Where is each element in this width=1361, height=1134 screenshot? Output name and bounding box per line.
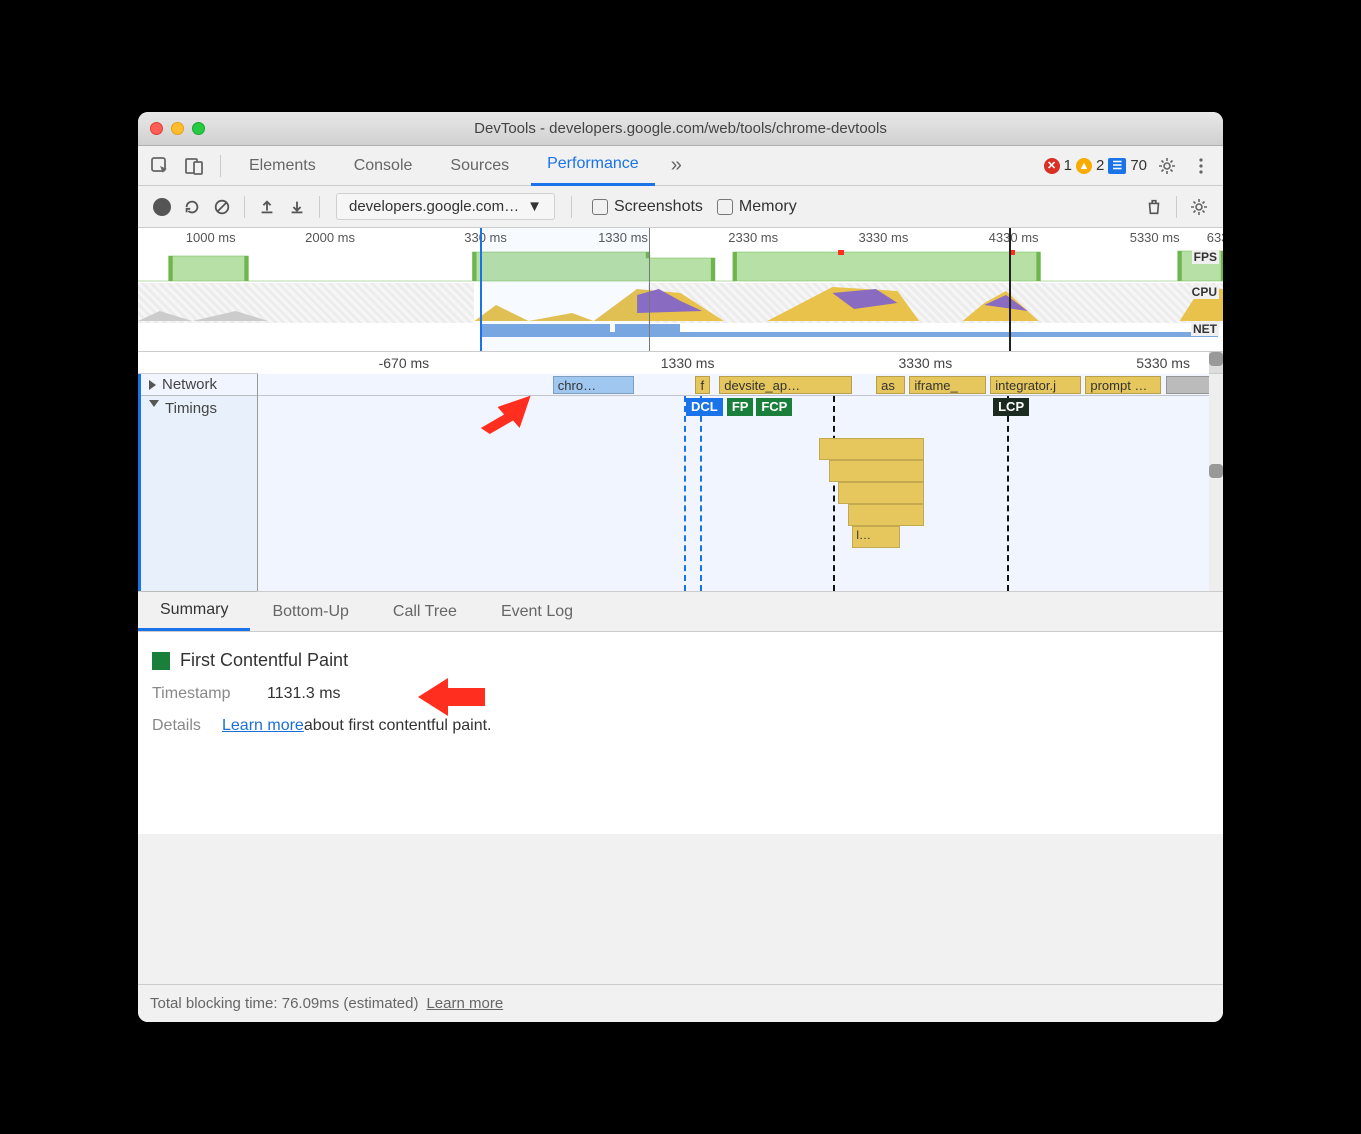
screenshots-checkbox[interactable]: Screenshots [592, 198, 703, 216]
main-panel-tabs: Elements Console Sources Performance » ✕… [138, 146, 1223, 186]
network-resource-bar[interactable]: f [695, 376, 709, 394]
overview-ticks: 1000 ms 2000 ms 330 ms 1330 ms 2330 ms 3… [138, 228, 1223, 248]
net-label: NET [1191, 322, 1219, 336]
network-resource-bar[interactable]: devsite_ap… [719, 376, 852, 394]
warning-count: 2 [1096, 157, 1104, 174]
vertical-scrollbar[interactable] [1209, 352, 1223, 366]
overview-selection[interactable] [480, 228, 650, 351]
window-title: DevTools - developers.google.com/web/too… [138, 120, 1223, 137]
load-profile-icon[interactable] [253, 193, 281, 221]
memory-label: Memory [739, 198, 797, 216]
recording-select-label: developers.google.com… [349, 198, 519, 215]
inspect-element-icon[interactable] [146, 152, 174, 180]
timing-marker-lcp[interactable]: LCP [993, 398, 1029, 416]
tab-elements[interactable]: Elements [233, 146, 332, 186]
timestamp-value: 1131.3 ms [267, 685, 341, 703]
tabs-overflow-button[interactable]: » [661, 146, 692, 186]
settings-gear-icon[interactable] [1153, 152, 1181, 180]
title-bar: DevTools - developers.google.com/web/too… [138, 112, 1223, 146]
record-button[interactable] [148, 193, 176, 221]
status-footer: Total blocking time: 76.09ms (estimated)… [138, 984, 1223, 1022]
learn-more-link[interactable]: Learn more [222, 717, 304, 735]
summary-empty-area [138, 834, 1223, 984]
collapse-icon [149, 400, 159, 407]
network-resource-bar[interactable]: prompt … [1085, 376, 1161, 394]
network-track-row: chro… f devsite_ap… asiframe_ integrator.j pr… [258, 374, 1209, 396]
long-task-bar[interactable] [848, 504, 924, 526]
tab-sources[interactable]: Sources [434, 146, 525, 186]
cpu-label: CPU [1190, 285, 1219, 299]
long-task-bar[interactable] [838, 482, 924, 504]
expand-icon [149, 380, 156, 390]
long-task-bar[interactable] [819, 438, 924, 460]
details-label: Details [152, 717, 222, 735]
timing-marker-dcl[interactable]: DCL [686, 398, 723, 416]
save-profile-icon[interactable] [283, 193, 311, 221]
console-badges[interactable]: ✕ 1 ▲ 2 ☰ 70 [1044, 157, 1147, 174]
annotation-arrow-icon [467, 380, 537, 440]
checkbox-icon [717, 199, 733, 215]
network-resource-bar[interactable]: as [876, 376, 905, 394]
tab-console[interactable]: Console [338, 146, 429, 186]
chevron-down-icon: ▼ [527, 198, 542, 215]
tab-summary[interactable]: Summary [138, 592, 250, 631]
performance-toolbar: developers.google.com… ▼ Screenshots Mem… [138, 186, 1223, 228]
device-toolbar-icon[interactable] [180, 152, 208, 180]
cpu-strip: CPU [138, 283, 1223, 323]
more-menu-icon[interactable] [1187, 152, 1215, 180]
annotation-arrow-icon [413, 672, 493, 722]
network-resource-bar[interactable]: integrator.j [990, 376, 1080, 394]
tracks[interactable]: chro… f devsite_ap… asiframe_ integrator.j pr… [258, 374, 1209, 591]
event-color-chip [152, 652, 170, 670]
timestamp-label: Timestamp [152, 685, 267, 703]
error-count: 1 [1064, 157, 1072, 174]
memory-checkbox[interactable]: Memory [717, 198, 797, 216]
flame-chart-area[interactable]: Network Timings chro… f devsite_ap… asifram… [138, 374, 1223, 592]
long-task-bar[interactable] [829, 460, 924, 482]
tab-call-tree[interactable]: Call Tree [371, 592, 479, 631]
timings-track-header[interactable]: Timings [141, 396, 257, 592]
long-task-bar[interactable]: l… [852, 526, 900, 548]
screenshots-label: Screenshots [614, 198, 703, 216]
network-track-header[interactable]: Network [141, 374, 257, 396]
details-tabs: Summary Bottom-Up Call Tree Event Log [138, 592, 1223, 632]
vertical-scrollbar[interactable] [1209, 464, 1223, 478]
message-count: 70 [1130, 157, 1147, 174]
overview-timeline[interactable]: 1000 ms 2000 ms 330 ms 1330 ms 2330 ms 3… [138, 228, 1223, 352]
message-badge-icon: ☰ [1108, 158, 1126, 174]
overview-marker [1009, 228, 1011, 351]
timing-marker-fcp[interactable]: FCP [756, 398, 792, 416]
delete-button[interactable] [1140, 193, 1168, 221]
network-resource-bar[interactable]: iframe_ [909, 376, 985, 394]
track-labels: Network Timings [138, 374, 258, 591]
total-blocking-time: Total blocking time: 76.09ms (estimated) [150, 995, 418, 1012]
tab-bottom-up[interactable]: Bottom-Up [250, 592, 370, 631]
detail-ticks: -670 ms 1330 ms 3330 ms 5330 ms [258, 352, 1209, 374]
footer-learn-more-link[interactable]: Learn more [426, 995, 503, 1012]
error-badge-icon: ✕ [1044, 158, 1060, 174]
tab-performance[interactable]: Performance [531, 146, 655, 186]
clear-button[interactable] [208, 193, 236, 221]
timings-track: DCLFPFCP LCP l… [258, 396, 1209, 591]
devtools-window: DevTools - developers.google.com/web/too… [138, 112, 1223, 1022]
timing-marker-fp[interactable]: FP [727, 398, 754, 416]
fps-strip: FPS [138, 248, 1223, 283]
warning-badge-icon: ▲ [1076, 158, 1092, 174]
event-name: First Contentful Paint [180, 650, 348, 671]
tab-event-log[interactable]: Event Log [479, 592, 595, 631]
capture-settings-gear-icon[interactable] [1185, 193, 1213, 221]
fps-label: FPS [1192, 250, 1219, 264]
network-resource-bar[interactable]: chro… [553, 376, 634, 394]
recording-select[interactable]: developers.google.com… ▼ [336, 193, 555, 220]
reload-button[interactable] [178, 193, 206, 221]
summary-panel: First Contentful Paint Timestamp 1131.3 … [138, 632, 1223, 834]
network-resource-bar[interactable] [1166, 376, 1209, 394]
checkbox-icon [592, 199, 608, 215]
net-strip: NET [138, 323, 1223, 337]
